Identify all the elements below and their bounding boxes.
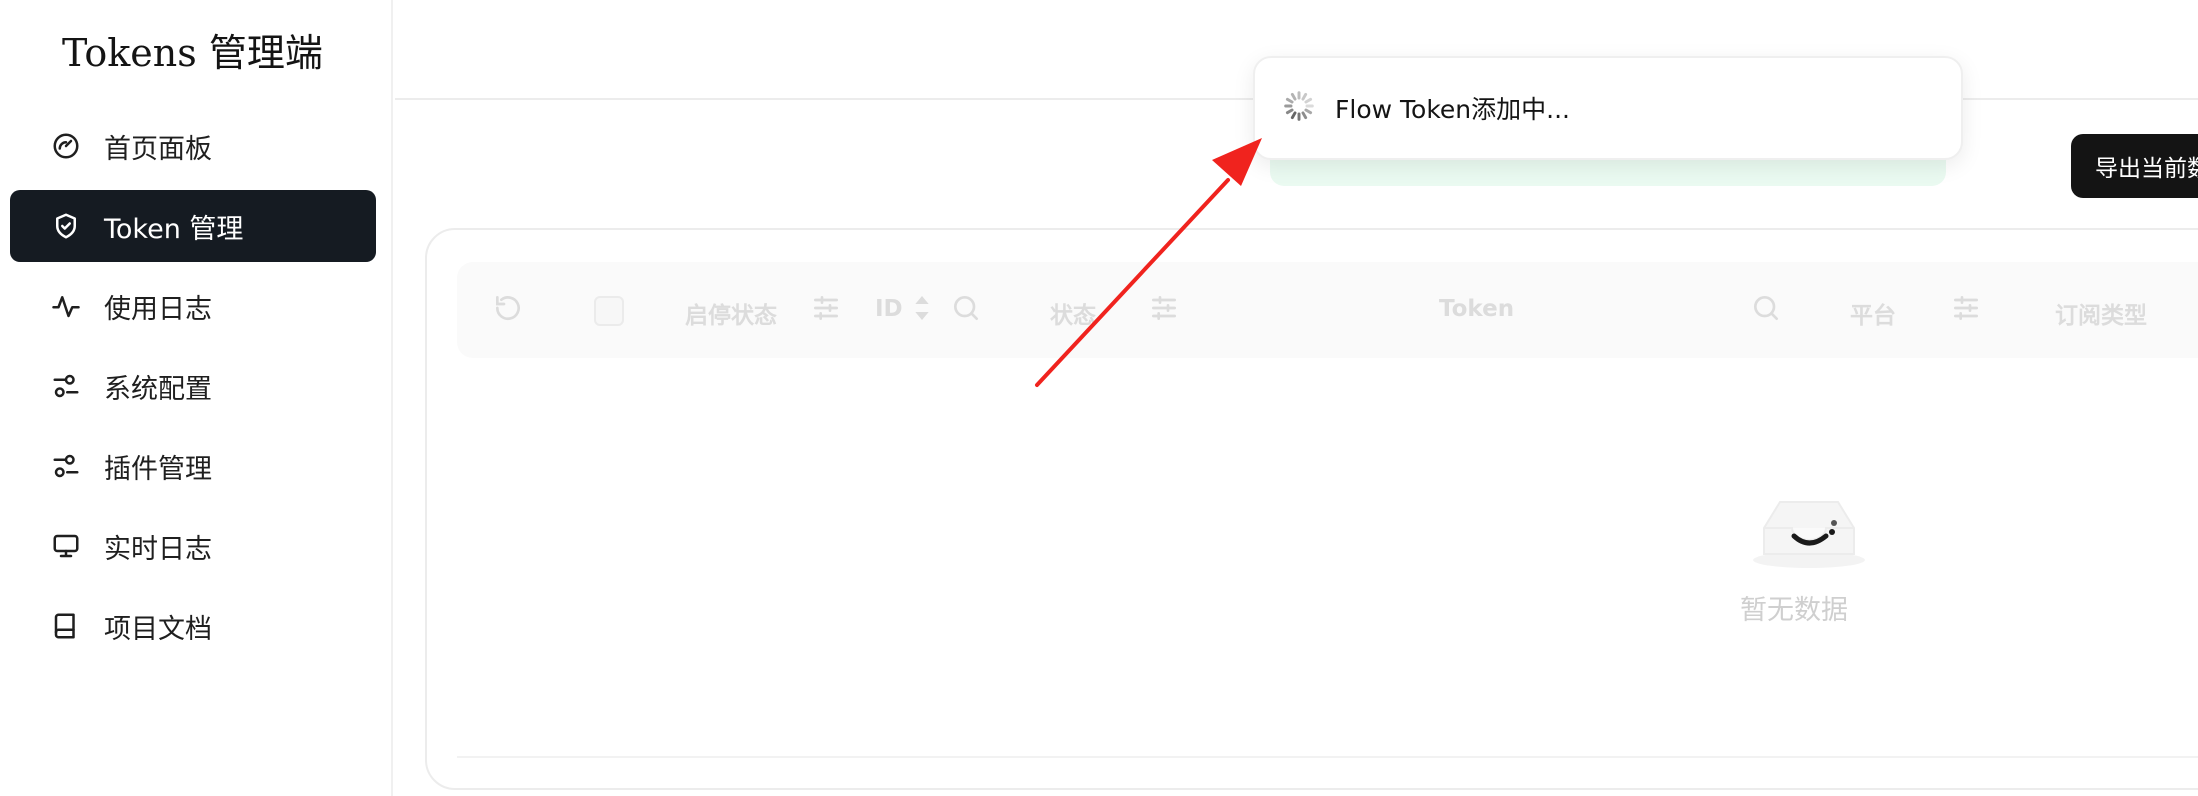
sidebar-nav: 首页面板 Token 管理 使用日志 系统配置 插件管理 实时日志 项目文档 [10, 110, 376, 670]
select-all-checkbox[interactable] [594, 296, 624, 326]
sidebar-item-plugins[interactable]: 插件管理 [10, 430, 376, 502]
table-footer-divider [457, 756, 2198, 758]
spinner-icon [1283, 90, 1315, 126]
sidebar-item-label: 使用日志 [104, 293, 212, 325]
sort-icon[interactable] [906, 292, 938, 324]
column-header-status: 状态 [1050, 303, 1096, 329]
gauge-icon [50, 130, 82, 162]
refresh-icon[interactable] [492, 292, 524, 324]
sidebar-item-token-management[interactable]: Token 管理 [10, 190, 376, 262]
column-header-subscription: 订阅类型 [2055, 303, 2147, 329]
book-icon [50, 610, 82, 642]
app-title: Tokens 管理端 [62, 31, 323, 75]
sliders-icon [50, 370, 82, 402]
activity-icon [50, 290, 82, 322]
empty-state-text: 暂无数据 [1740, 595, 1848, 626]
column-header-status-toggle: 启停状态 [685, 303, 777, 329]
empty-state [1744, 484, 1874, 578]
sidebar-item-label: 系统配置 [104, 373, 212, 405]
shield-check-icon [50, 210, 82, 242]
sidebar-item-label: 插件管理 [104, 453, 212, 485]
search-icon[interactable] [950, 292, 982, 324]
sidebar-item-docs[interactable]: 项目文档 [10, 590, 376, 662]
toast-message: Flow Token添加中... [1335, 95, 1570, 124]
sliders-icon [50, 450, 82, 482]
sidebar-item-usage-logs[interactable]: 使用日志 [10, 270, 376, 342]
sidebar-item-label: 项目文档 [104, 613, 212, 645]
column-header-id: ID [875, 296, 903, 322]
sidebar-item-label: 首页面板 [104, 133, 212, 165]
search-icon[interactable] [1750, 292, 1782, 324]
loading-toast: Flow Token添加中... [1253, 56, 1963, 160]
column-header-token: Token [1439, 296, 1515, 322]
monitor-icon [50, 530, 82, 562]
column-header-platform: 平台 [1850, 303, 1896, 329]
sidebar-item-dashboard[interactable]: 首页面板 [10, 110, 376, 182]
filter-icon[interactable] [1950, 292, 1982, 324]
sidebar: Tokens 管理端 首页面板 Token 管理 使用日志 系统配置 插件管理 … [0, 0, 393, 796]
inbox-empty-icon [1744, 501, 1874, 578]
filter-icon[interactable] [810, 292, 842, 324]
sidebar-item-label: Token 管理 [104, 213, 244, 245]
filter-icon[interactable] [1148, 292, 1180, 324]
sidebar-item-label: 实时日志 [104, 533, 212, 565]
sidebar-item-realtime-logs[interactable]: 实时日志 [10, 510, 376, 582]
sidebar-item-system-config[interactable]: 系统配置 [10, 350, 376, 422]
export-button[interactable]: 导出当前数 [2071, 134, 2198, 198]
